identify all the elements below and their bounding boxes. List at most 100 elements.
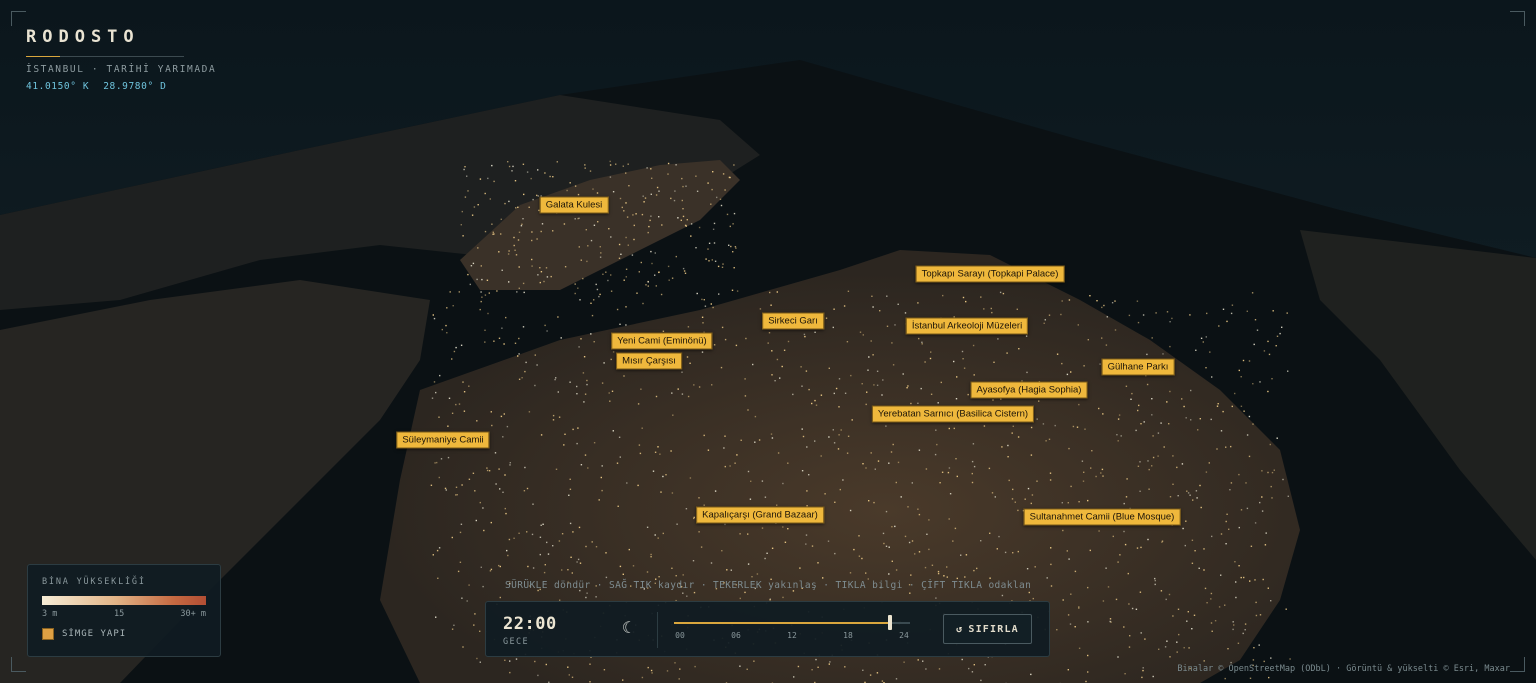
landmark-gulhane-park[interactable]: Gülhane Parkı: [1101, 358, 1175, 376]
building-light: [869, 674, 872, 676]
building-light: [1191, 628, 1193, 630]
building-light: [499, 565, 501, 568]
building-light: [500, 415, 503, 418]
building-light: [1061, 502, 1063, 504]
reset-button[interactable]: ↺ SIFIRLA: [943, 614, 1032, 644]
landmark-archaeology-museums[interactable]: İstanbul Arkeoloji Müzeleri: [905, 317, 1029, 335]
building-light: [749, 498, 752, 500]
landmark-yeni-cami[interactable]: Yeni Cami (Eminönü): [611, 332, 713, 350]
building-light: [914, 553, 916, 555]
building-light: [539, 536, 542, 538]
building-light: [1076, 426, 1079, 428]
building-light: [526, 487, 529, 490]
building-light: [1240, 376, 1242, 378]
building-light: [751, 576, 753, 578]
landmark-basilica-cistern[interactable]: Yerebatan Sarnıcı (Basilica Cistern): [871, 405, 1035, 423]
building-light: [1083, 365, 1085, 367]
building-light: [820, 455, 822, 457]
building-light: [920, 387, 922, 390]
building-light: [937, 572, 940, 575]
building-light: [569, 488, 572, 490]
building-light: [909, 592, 911, 594]
building-light: [523, 291, 525, 294]
building-light: [506, 425, 509, 428]
building-light: [1074, 570, 1077, 573]
landmark-sirkeci-station[interactable]: Sirkeci Garı: [762, 312, 824, 330]
building-light: [486, 469, 489, 472]
building-light: [1199, 484, 1201, 487]
building-light: [1164, 646, 1167, 648]
building-light: [1062, 529, 1064, 532]
building-light: [652, 470, 655, 472]
building-light: [452, 305, 454, 307]
landmark-spice-bazaar[interactable]: Mısır Çarşısı: [616, 352, 682, 370]
building-light: [962, 296, 965, 299]
building-light: [1237, 642, 1240, 644]
landmark-hagia-sophia[interactable]: Ayasofya (Hagia Sophia): [970, 381, 1088, 399]
building-light: [555, 468, 558, 470]
building-light: [597, 221, 599, 223]
building-light: [638, 444, 641, 446]
building-light: [498, 564, 500, 567]
building-light: [1050, 547, 1052, 549]
building-light: [861, 383, 863, 385]
building-light: [960, 554, 962, 556]
landmark-galata-tower[interactable]: Galata Kulesi: [539, 196, 609, 214]
building-light: [735, 344, 738, 347]
building-light: [623, 375, 625, 377]
building-light: [1169, 345, 1171, 348]
building-light: [1139, 490, 1141, 492]
building-light: [481, 296, 483, 298]
building-light: [999, 291, 1002, 294]
building-light: [681, 177, 683, 180]
building-light: [746, 668, 748, 670]
building-light: [700, 546, 703, 548]
building-light: [992, 399, 994, 401]
building-light: [658, 190, 660, 192]
landmark-blue-mosque[interactable]: Sultanahmet Camii (Blue Mosque): [1023, 508, 1181, 526]
building-light: [783, 349, 786, 351]
building-light: [463, 168, 465, 171]
slider-thumb[interactable]: [888, 615, 893, 630]
building-light: [1210, 598, 1212, 600]
building-light: [696, 292, 698, 295]
building-light: [828, 663, 830, 665]
building-light: [536, 194, 538, 197]
building-light: [776, 358, 779, 361]
building-light: [512, 165, 514, 168]
building-light: [580, 338, 582, 340]
building-light: [670, 197, 672, 200]
building-light: [647, 281, 649, 283]
building-light: [499, 488, 501, 490]
landmark-suleymaniye-mosque[interactable]: Süleymaniye Camii: [396, 431, 490, 449]
building-light: [1140, 632, 1142, 634]
building-light: [488, 292, 490, 294]
landmark-grand-bazaar[interactable]: Kapalıçarşı (Grand Bazaar): [696, 506, 824, 524]
building-light: [1272, 310, 1274, 312]
building-light: [1216, 405, 1219, 407]
building-light: [918, 449, 921, 451]
building-light: [1142, 667, 1144, 669]
building-light: [1234, 392, 1236, 395]
building-light: [693, 591, 696, 594]
building-light: [1226, 320, 1228, 323]
building-light: [665, 474, 667, 476]
time-slider[interactable]: 00 06 12 18 24: [674, 614, 910, 646]
building-light: [844, 392, 847, 394]
building-light: [657, 446, 659, 448]
building-light: [754, 441, 756, 443]
landmark-topkapi-palace[interactable]: Topkapı Sarayı (Topkapi Palace): [915, 265, 1065, 283]
building-light: [1261, 510, 1264, 512]
building-light: [1017, 550, 1019, 553]
building-light: [711, 259, 713, 261]
building-light: [1203, 569, 1205, 571]
building-light: [846, 341, 849, 343]
building-light: [870, 452, 872, 454]
building-light: [682, 208, 684, 210]
building-light: [1248, 455, 1251, 458]
building-light: [955, 398, 958, 400]
building-light: [552, 230, 554, 232]
building-light: [924, 566, 927, 569]
building-light: [787, 462, 789, 464]
building-light: [965, 554, 968, 556]
